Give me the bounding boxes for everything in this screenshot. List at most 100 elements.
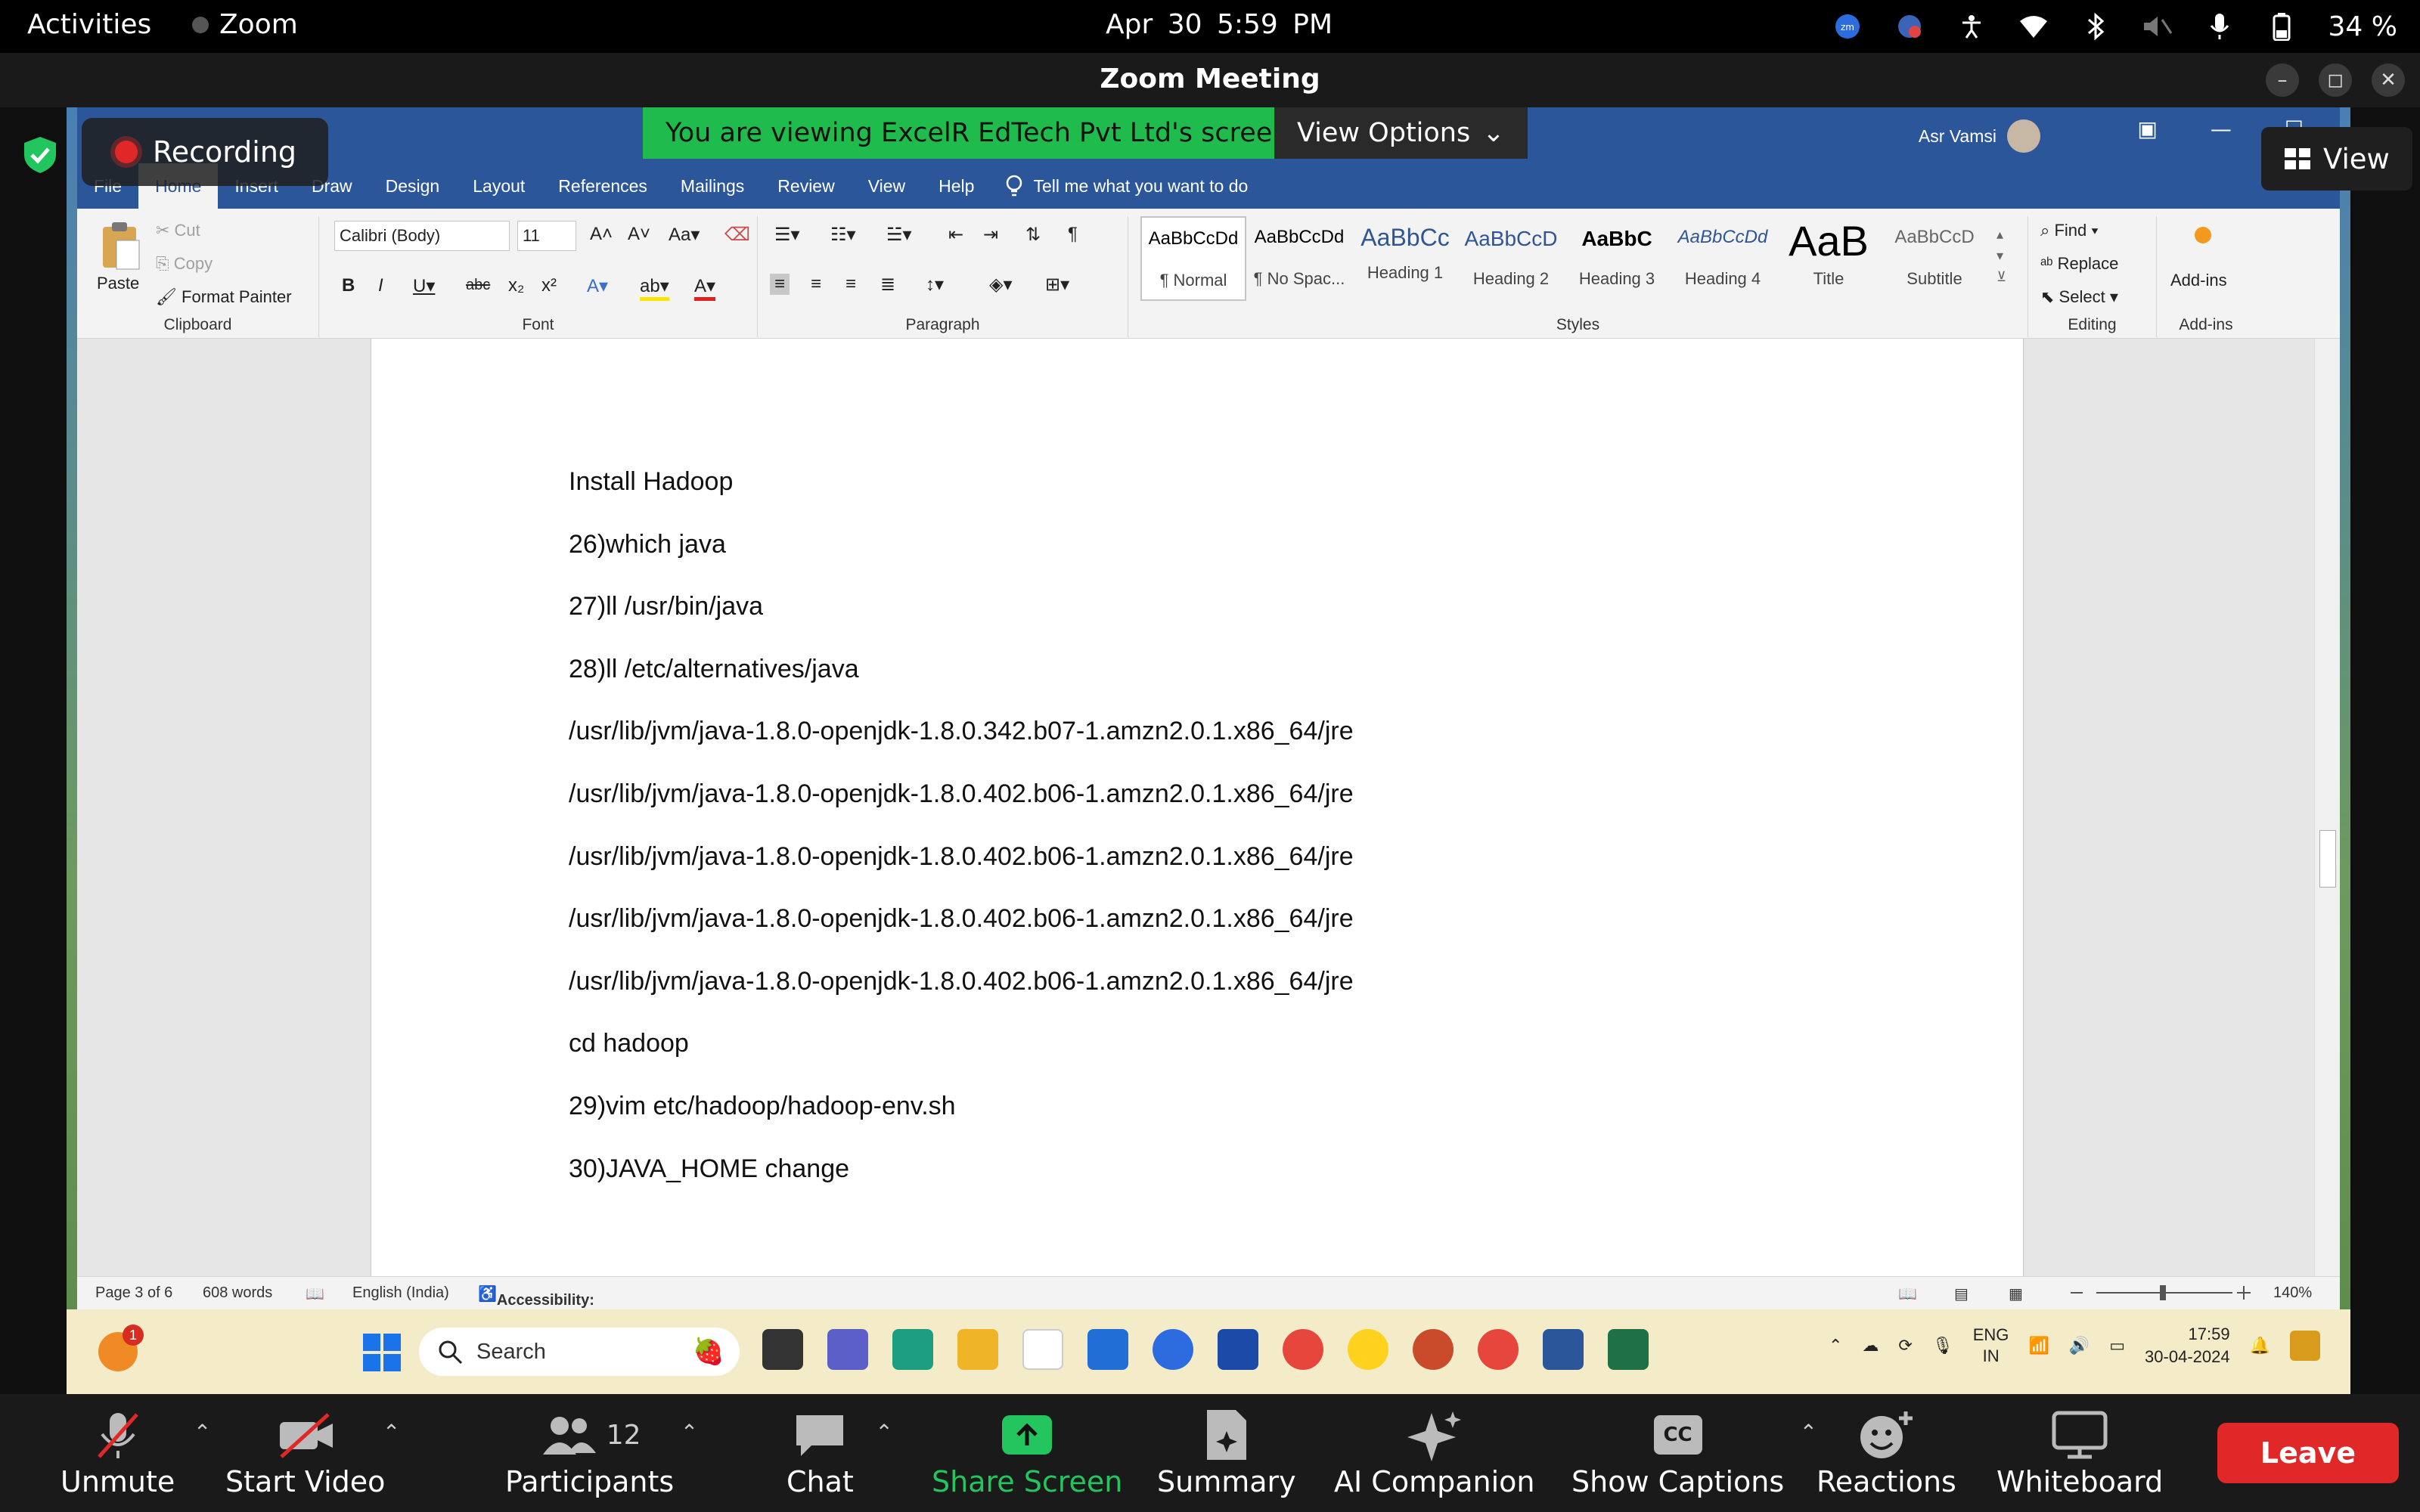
whiteboard-button[interactable]: Whiteboard xyxy=(1996,1405,2163,1498)
doc-line[interactable]: /usr/lib/jvm/java-1.8.0-openjdk-1.8.0.40… xyxy=(569,842,1354,905)
underline-button[interactable]: U▾ xyxy=(413,275,435,297)
shared-screen[interactable]: Asr Vamsi ▣ — ☐ File Home Insert Draw De… xyxy=(0,107,2420,1394)
chat-chevron-icon[interactable]: ⌃ xyxy=(875,1420,892,1445)
multilevel-list-icon[interactable]: ☱▾ xyxy=(886,224,912,246)
shading-icon[interactable]: ◈▾ xyxy=(989,274,1013,296)
style-subtitle[interactable]: AaBbCcD Subtitle xyxy=(1882,216,1987,301)
font-size-combo[interactable]: 11 xyxy=(517,221,576,251)
tab-references[interactable]: References xyxy=(541,163,664,209)
word-minimize-button[interactable]: — xyxy=(2211,116,2232,141)
unmute-button[interactable]: Unmute ⌃ xyxy=(60,1405,211,1498)
chat-button[interactable]: Chat ⌃ xyxy=(786,1405,893,1498)
bullets-icon[interactable]: ☰▾ xyxy=(774,224,800,246)
vertical-scrollbar[interactable] xyxy=(2314,339,2340,1276)
language-indicator[interactable]: ENG IN xyxy=(1973,1325,2009,1367)
bold-button[interactable]: B xyxy=(342,275,355,296)
video-options-chevron-icon[interactable]: ⌃ xyxy=(383,1420,400,1445)
text-effects-button[interactable]: A▾ xyxy=(587,275,608,297)
print-layout-icon[interactable]: ▤ xyxy=(1954,1284,1969,1303)
windows-start-icon[interactable] xyxy=(363,1334,401,1371)
maximize-button[interactable]: ◻ xyxy=(2319,64,2352,97)
share-screen-button[interactable]: Share Screen xyxy=(932,1405,1122,1498)
taskbar-battery-icon[interactable]: ▭ xyxy=(2109,1336,2125,1356)
captions-chevron-icon[interactable]: ⌃ xyxy=(1800,1420,1817,1445)
language-status[interactable]: English (India) xyxy=(352,1284,449,1302)
chrome-icon[interactable] xyxy=(1283,1329,1323,1370)
document-body[interactable]: Install Hadoop 26)which java 27)ll /usr/… xyxy=(569,467,1354,1216)
doc-line[interactable]: 26)which java xyxy=(569,530,1354,593)
show-captions-button[interactable]: CC Show Captions ⌃ xyxy=(1571,1405,1817,1498)
file-explorer-icon[interactable] xyxy=(957,1329,998,1370)
notification-bell-icon[interactable]: 🔔 xyxy=(2250,1336,2270,1356)
excel-icon[interactable] xyxy=(1608,1329,1649,1370)
task-view-icon[interactable] xyxy=(762,1329,803,1370)
taskbar-clock[interactable]: 17:59 30-04-2024 xyxy=(2145,1323,2230,1368)
zoom-icon[interactable] xyxy=(1153,1329,1193,1370)
highlight-button[interactable]: ab▾ xyxy=(640,275,669,301)
minimize-button[interactable]: – xyxy=(2266,64,2299,97)
italic-button[interactable]: I xyxy=(378,275,383,296)
replace-button[interactable]: ᵃᵇ Replace xyxy=(2040,254,2118,274)
clear-formatting-icon[interactable]: ⌫ xyxy=(724,224,750,246)
show-formatting-icon[interactable]: ¶ xyxy=(1068,224,1078,245)
taskbar-mic-icon[interactable]: 🎙 xyxy=(1932,1336,1953,1356)
font-name-combo[interactable]: Calibri (Body) xyxy=(334,221,510,251)
security-shield-icon[interactable] xyxy=(14,129,67,181)
line-spacing-icon[interactable]: ↕▾ xyxy=(926,274,944,296)
onedrive-icon[interactable]: ☁ xyxy=(1862,1336,1879,1356)
read-mode-icon[interactable]: 📖 xyxy=(1898,1284,1917,1303)
grow-font-button[interactable]: A˄ xyxy=(590,224,613,245)
chrome-profile-icon[interactable] xyxy=(1478,1329,1519,1370)
leave-button[interactable]: Leave xyxy=(2217,1423,2399,1483)
change-case-button[interactable]: Aa▾ xyxy=(669,224,700,246)
tab-help[interactable]: Help xyxy=(922,163,991,209)
participants-button[interactable]: 12 Participants ⌃ xyxy=(505,1405,698,1498)
superscript-button[interactable]: x² xyxy=(541,275,557,296)
borders-icon[interactable]: ⊞▾ xyxy=(1045,274,1069,296)
accessibility-icon[interactable] xyxy=(1956,11,1987,42)
doc-line[interactable]: 28)ll /etc/alternatives/java xyxy=(569,655,1354,717)
doc-line[interactable]: /usr/lib/jvm/java-1.8.0-openjdk-1.8.0.40… xyxy=(569,967,1354,1030)
tray-overflow-chevron-icon[interactable]: ⌃ xyxy=(1829,1336,1842,1356)
align-left-icon[interactable]: ≡ xyxy=(770,274,790,295)
style-heading-3[interactable]: AaBbC Heading 3 xyxy=(1564,216,1670,301)
doc-line[interactable]: Install Hadoop xyxy=(569,467,1354,530)
audio-options-chevron-icon[interactable]: ⌃ xyxy=(194,1420,211,1445)
powerpoint-icon[interactable] xyxy=(1413,1329,1454,1370)
edge-icon[interactable] xyxy=(892,1329,933,1370)
align-right-icon[interactable]: ≡ xyxy=(845,274,856,295)
view-button[interactable]: View xyxy=(2261,127,2412,191)
tell-me-search[interactable]: Tell me what you want to do xyxy=(1006,175,1248,197)
summary-button[interactable]: Summary xyxy=(1157,1405,1296,1498)
style-no-spacing[interactable]: AaBbCcDd ¶ No Spac... xyxy=(1246,216,1352,301)
copy-button[interactable]: ⎘ Copy xyxy=(156,254,213,274)
tab-design[interactable]: Design xyxy=(369,163,457,209)
tab-view[interactable]: View xyxy=(852,163,922,209)
addins-button[interactable]: Add-ins xyxy=(2170,271,2227,290)
screen-share-tray-icon[interactable] xyxy=(1894,11,1925,42)
page-count[interactable]: Page 3 of 6 xyxy=(95,1284,172,1302)
ai-companion-button[interactable]: AI Companion xyxy=(1334,1405,1534,1498)
app-menu[interactable]: Zoom xyxy=(192,9,298,40)
microphone-icon[interactable] xyxy=(2204,11,2235,42)
wifi-icon[interactable] xyxy=(2018,11,2049,42)
participants-chevron-icon[interactable]: ⌃ xyxy=(681,1420,698,1445)
zoom-slider[interactable] xyxy=(2066,1281,2255,1304)
taskbar-volume-icon[interactable]: 🔊 xyxy=(2069,1336,2090,1356)
reactions-button[interactable]: Reactions xyxy=(1817,1405,1956,1498)
style-title[interactable]: AaB Title xyxy=(1776,216,1882,301)
cut-button[interactable]: ✂ Cut xyxy=(156,221,200,240)
outlook-icon[interactable] xyxy=(1218,1329,1258,1370)
paste-icon[interactable] xyxy=(98,221,142,271)
justify-icon[interactable]: ≣ xyxy=(880,274,895,296)
sort-icon[interactable]: ⇅ xyxy=(1025,224,1041,246)
sync-icon[interactable]: ⟳ xyxy=(1898,1336,1912,1356)
document-area[interactable]: Install Hadoop 26)which java 27)ll /usr/… xyxy=(77,339,2340,1276)
start-video-button[interactable]: Start Video ⌃ xyxy=(225,1405,400,1498)
doc-line[interactable]: /usr/lib/jvm/java-1.8.0-openjdk-1.8.0.40… xyxy=(569,904,1354,967)
activities-button[interactable]: Activities xyxy=(27,9,151,40)
format-painter-button[interactable]: 🖌 Format Painter xyxy=(156,287,292,307)
proofing-icon[interactable]: 📖 xyxy=(306,1284,324,1303)
strikethrough-button[interactable]: abc xyxy=(466,277,490,294)
recording-indicator[interactable]: Recording xyxy=(82,118,328,186)
